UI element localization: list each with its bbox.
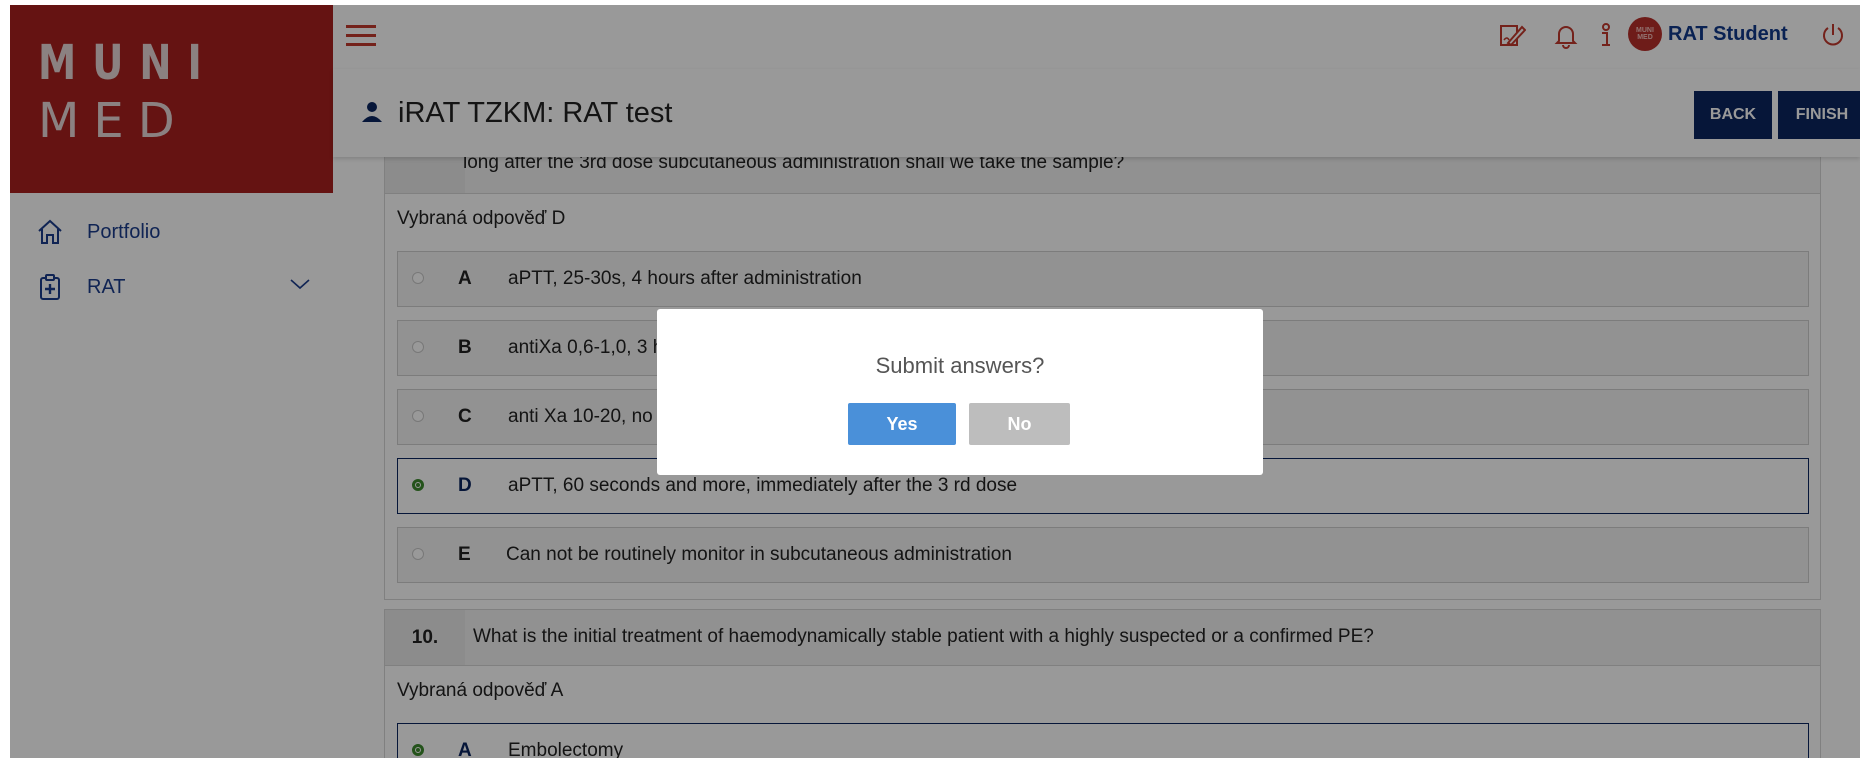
submit-dialog: Submit answers? Yes No (657, 309, 1263, 475)
no-button[interactable]: No (969, 403, 1070, 445)
yes-button[interactable]: Yes (848, 403, 956, 445)
app-frame: MUNI MED Portfolio RAT MUNI MED RAT Stud… (10, 5, 1860, 758)
dialog-title: Submit answers? (875, 353, 1045, 378)
